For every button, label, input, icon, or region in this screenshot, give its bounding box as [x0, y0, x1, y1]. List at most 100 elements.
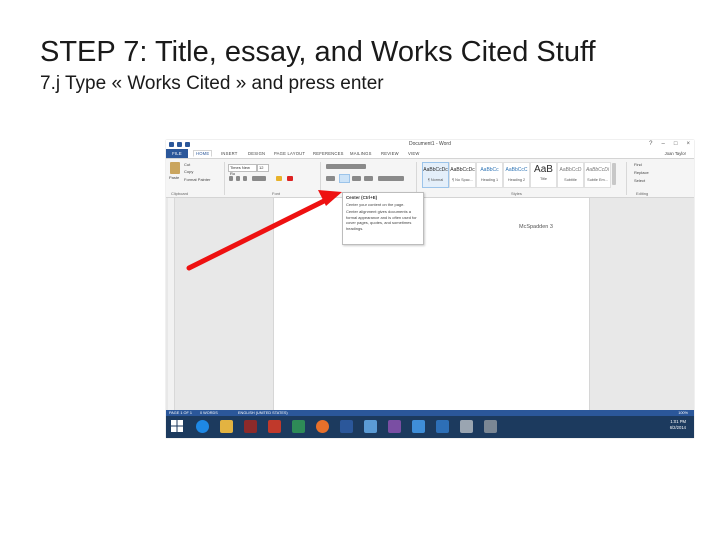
- vertical-ruler: [168, 198, 175, 410]
- styles-group-label: Styles: [511, 191, 522, 196]
- align-center-button[interactable]: [339, 174, 350, 183]
- app-icon[interactable]: [460, 420, 473, 433]
- app-icon[interactable]: [388, 420, 401, 433]
- styles-more-icon[interactable]: [612, 163, 616, 185]
- group-divider: [224, 162, 225, 195]
- firefox-icon[interactable]: [316, 420, 329, 433]
- style-sample: AaBbCcDc: [450, 167, 475, 173]
- system-clock[interactable]: 1:01 PM 6/2/2014: [670, 419, 686, 431]
- app-icon[interactable]: [364, 420, 377, 433]
- slide-subtitle: 7.j Type « Works Cited » and press enter: [40, 73, 384, 94]
- center-tooltip: Center (Ctrl+E) Center your content on t…: [342, 192, 424, 245]
- maximize-icon[interactable]: □: [674, 141, 678, 147]
- minimize-icon[interactable]: –: [662, 141, 665, 147]
- group-divider: [320, 162, 321, 195]
- tab-mailings[interactable]: MAILINGS: [350, 151, 372, 156]
- style-subtle-emphasis[interactable]: AaBbCcDi Subtle Em...: [584, 162, 611, 188]
- highlight-icon[interactable]: [276, 176, 282, 181]
- header-text: McSpadden 3: [519, 224, 553, 230]
- tab-file[interactable]: FILE: [166, 149, 188, 158]
- file-explorer-icon[interactable]: [220, 420, 233, 433]
- word-screenshot: Document1 - Word ? – □ × FILE HOME INSER…: [166, 140, 694, 438]
- tab-references[interactable]: REFERENCES: [313, 151, 344, 156]
- tooltip-line: Center alignment gives documents a forma…: [346, 209, 417, 231]
- style-name: Heading 2: [507, 178, 526, 182]
- quick-access-toolbar: [169, 142, 190, 147]
- powerpoint-icon[interactable]: [268, 420, 281, 433]
- select-button[interactable]: Select: [634, 178, 645, 183]
- help-icon[interactable]: ?: [649, 141, 652, 147]
- close-icon[interactable]: ×: [686, 141, 690, 147]
- group-divider: [416, 162, 417, 195]
- word-logo-icon: [169, 142, 174, 147]
- copy-button[interactable]: Copy: [184, 169, 193, 174]
- list-buttons[interactable]: [326, 164, 366, 169]
- style-name: Heading 1: [480, 178, 499, 182]
- clock-date: 6/2/2014: [669, 425, 686, 430]
- font-group-label: Font: [272, 191, 281, 196]
- italic-icon[interactable]: [236, 176, 240, 181]
- ribbon-tabs: FILE HOME INSERT DESIGN PAGE LAYOUT REFE…: [166, 149, 694, 159]
- slide-title: STEP 7: Title, essay, and Works Cited St…: [40, 36, 596, 68]
- calculator-icon[interactable]: [292, 420, 305, 433]
- media-icon[interactable]: [244, 420, 257, 433]
- windows-taskbar: 1:01 PM 6/2/2014: [166, 416, 694, 438]
- undo-icon[interactable]: [185, 142, 190, 147]
- document-area: McSpadden 3: [166, 198, 694, 410]
- style-name: Title: [539, 177, 548, 181]
- style-no-spacing[interactable]: AaBbCcDc ¶ No Spac...: [449, 162, 476, 188]
- paste-icon[interactable]: [170, 162, 180, 174]
- app-icon[interactable]: [436, 420, 449, 433]
- tab-review[interactable]: REVIEW: [381, 151, 399, 156]
- style-name: Subtitle: [564, 178, 577, 182]
- paste-label[interactable]: Paste: [169, 175, 179, 180]
- internet-explorer-icon[interactable]: [196, 420, 209, 433]
- style-name: ¶ Normal: [427, 178, 444, 182]
- tab-home[interactable]: HOME: [193, 150, 213, 157]
- style-heading-1[interactable]: AaBbCc Heading 1: [476, 162, 503, 188]
- user-name[interactable]: Joan Taylor: [665, 151, 686, 156]
- style-subtitle[interactable]: AaBbCcD Subtitle: [557, 162, 584, 188]
- style-heading-2[interactable]: AaBbCcC Heading 2: [503, 162, 530, 188]
- style-sample: AaBbCcD: [559, 167, 582, 173]
- cut-button[interactable]: Cut: [184, 162, 190, 167]
- underline-icon[interactable]: [243, 176, 247, 181]
- format-painter-button[interactable]: Format Painter: [184, 177, 210, 182]
- windows-start-icon[interactable]: [171, 420, 183, 432]
- font-size-select[interactable]: 12: [257, 164, 269, 172]
- align-left-icon[interactable]: [326, 176, 335, 181]
- tab-view[interactable]: VIEW: [408, 151, 420, 156]
- save-icon[interactable]: [177, 142, 182, 147]
- document-page[interactable]: McSpadden 3: [273, 198, 590, 410]
- app-icon[interactable]: [484, 420, 497, 433]
- bold-icon[interactable]: [229, 176, 233, 181]
- style-sample: AaB: [534, 164, 553, 175]
- style-sample: AaBbCcC: [505, 167, 528, 173]
- font-effects-icon[interactable]: [252, 176, 266, 181]
- tab-page-layout[interactable]: PAGE LAYOUT: [274, 151, 305, 156]
- find-button[interactable]: Find: [634, 162, 642, 167]
- tooltip-title: Center (Ctrl+E): [346, 195, 378, 200]
- tab-design[interactable]: DESIGN: [248, 151, 265, 156]
- style-sample: AaBbCcDc: [423, 167, 448, 173]
- font-color-icon[interactable]: [287, 176, 293, 181]
- style-title[interactable]: AaB Title: [530, 162, 557, 188]
- style-sample: AaBbCc: [480, 167, 499, 173]
- clipboard-group-label: Clipboard: [171, 191, 189, 196]
- spacing-shading-borders[interactable]: [378, 176, 404, 181]
- group-divider: [626, 162, 627, 195]
- settings-icon[interactable]: [412, 420, 425, 433]
- replace-button[interactable]: Replace: [634, 170, 649, 175]
- style-sample: AaBbCcDi: [585, 167, 610, 173]
- tooltip-line: Center your content on the page.: [346, 202, 405, 207]
- justify-icon[interactable]: [364, 176, 373, 181]
- word-icon[interactable]: [340, 420, 353, 433]
- ribbon: Paste Cut Copy Format Painter Clipboard …: [166, 159, 694, 198]
- tab-insert[interactable]: INSERT: [221, 151, 237, 156]
- window-controls: ? – □ ×: [649, 141, 690, 147]
- font-name-select[interactable]: Times New Ro: [228, 164, 257, 176]
- style-name: ¶ No Spac...: [452, 178, 473, 182]
- style-name: Subtle Em...: [587, 178, 608, 182]
- align-right-icon[interactable]: [352, 176, 361, 181]
- style-normal[interactable]: AaBbCcDc ¶ Normal: [422, 162, 449, 188]
